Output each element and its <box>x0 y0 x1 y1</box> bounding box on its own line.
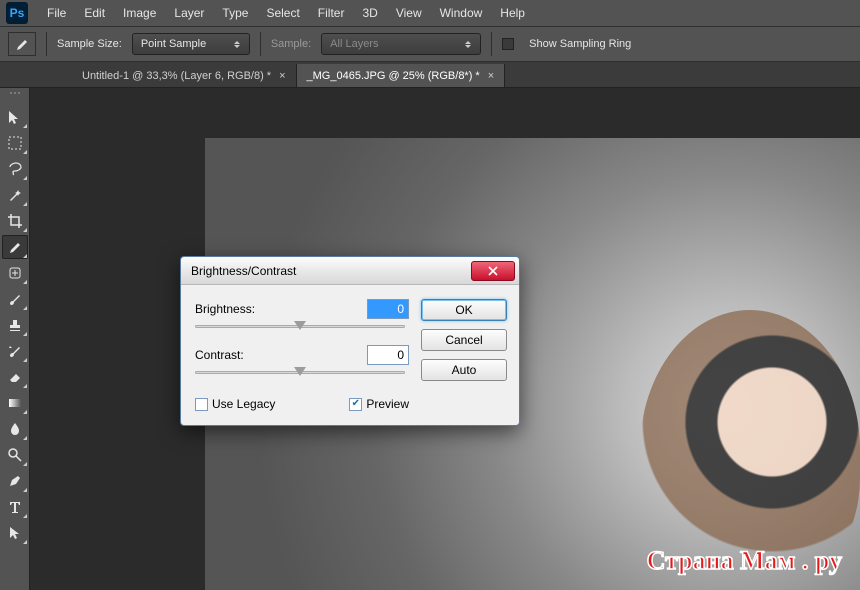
brightness-slider[interactable] <box>195 321 405 333</box>
sample-dropdown[interactable]: All Layers <box>321 33 481 55</box>
brightness-contrast-dialog: Brightness/Contrast Brightness: <box>180 256 520 426</box>
ok-button[interactable]: OK <box>421 299 507 321</box>
preview-label: Preview <box>366 397 409 411</box>
watermark-text: Страна Мам . ру <box>647 546 842 576</box>
document-tab-label: Untitled-1 @ 33,3% (Layer 6, RGB/8) * <box>82 70 271 82</box>
cancel-button[interactable]: Cancel <box>421 329 507 351</box>
preview-checkbox[interactable] <box>349 398 362 411</box>
sample-value: All Layers <box>330 38 378 50</box>
tool-move[interactable] <box>2 105 28 129</box>
close-icon <box>488 266 498 276</box>
show-ring-checkbox[interactable] <box>502 38 514 50</box>
divider <box>260 32 261 56</box>
sample-size-value: Point Sample <box>141 38 206 50</box>
menu-bar: Ps File Edit Image Layer Type Select Fil… <box>0 0 860 26</box>
close-icon[interactable]: × <box>488 70 494 82</box>
use-legacy-checkbox[interactable] <box>195 398 208 411</box>
brightness-input[interactable] <box>367 299 409 319</box>
document-tab[interactable]: _MG_0465.JPG @ 25% (RGB/8*) * × <box>297 64 506 87</box>
tool-brush[interactable] <box>2 287 28 311</box>
dialog-title: Brightness/Contrast <box>191 264 296 278</box>
contrast-input[interactable] <box>367 345 409 365</box>
menu-select[interactable]: Select <box>257 2 308 24</box>
menu-view[interactable]: View <box>387 2 431 24</box>
tool-eyedropper[interactable] <box>2 235 28 259</box>
use-legacy-option[interactable]: Use Legacy <box>195 397 275 411</box>
menu-layer[interactable]: Layer <box>165 2 213 24</box>
preview-option[interactable]: Preview <box>349 397 409 411</box>
document-tab[interactable]: Untitled-1 @ 33,3% (Layer 6, RGB/8) * × <box>72 64 297 87</box>
auto-button[interactable]: Auto <box>421 359 507 381</box>
brightness-label: Brightness: <box>195 302 285 316</box>
sample-size-label: Sample Size: <box>57 38 122 50</box>
tool-stamp[interactable] <box>2 313 28 337</box>
slider-thumb-icon[interactable] <box>294 367 306 376</box>
dialog-titlebar[interactable]: Brightness/Contrast <box>181 257 519 285</box>
canvas-area[interactable]: Страна Мам . ру Brightness/Contrast Brig… <box>30 88 860 590</box>
tool-dodge[interactable] <box>2 443 28 467</box>
active-tool-preview[interactable] <box>8 32 36 56</box>
tool-wand[interactable] <box>2 183 28 207</box>
tool-path-select[interactable] <box>2 521 28 545</box>
tool-pen[interactable] <box>2 469 28 493</box>
menu-filter[interactable]: Filter <box>309 2 354 24</box>
chevron-updown-icon <box>464 41 472 48</box>
document-tab-bar: Untitled-1 @ 33,3% (Layer 6, RGB/8) * × … <box>0 62 860 88</box>
eyedropper-icon <box>14 36 30 52</box>
divider <box>491 32 492 56</box>
close-icon[interactable]: × <box>279 70 285 82</box>
menu-type[interactable]: Type <box>213 2 257 24</box>
menu-edit[interactable]: Edit <box>75 2 114 24</box>
tool-marquee[interactable] <box>2 131 28 155</box>
contrast-label: Contrast: <box>195 348 285 362</box>
menu-3d[interactable]: 3D <box>353 2 386 24</box>
divider <box>46 32 47 56</box>
tools-panel <box>0 88 30 590</box>
sample-label: Sample: <box>271 38 311 50</box>
menu-file[interactable]: File <box>38 2 75 24</box>
tool-type[interactable] <box>2 495 28 519</box>
tool-heal[interactable] <box>2 261 28 285</box>
show-ring-label: Show Sampling Ring <box>529 38 631 50</box>
panel-grip-icon[interactable] <box>3 92 27 100</box>
contrast-slider[interactable] <box>195 367 405 379</box>
options-bar: Sample Size: Point Sample Sample: All La… <box>0 26 860 62</box>
document-tab-label: _MG_0465.JPG @ 25% (RGB/8*) * <box>307 70 480 82</box>
tool-lasso[interactable] <box>2 157 28 181</box>
menu-image[interactable]: Image <box>114 2 165 24</box>
menu-window[interactable]: Window <box>431 2 492 24</box>
menu-help[interactable]: Help <box>491 2 534 24</box>
dialog-close-button[interactable] <box>471 261 515 281</box>
app-logo: Ps <box>6 2 28 24</box>
workspace: Страна Мам . ру Brightness/Contrast Brig… <box>0 88 860 590</box>
tool-gradient[interactable] <box>2 391 28 415</box>
slider-thumb-icon[interactable] <box>294 321 306 330</box>
tool-history-brush[interactable] <box>2 339 28 363</box>
tool-blur[interactable] <box>2 417 28 441</box>
use-legacy-label: Use Legacy <box>212 397 275 411</box>
chevron-updown-icon <box>233 41 241 48</box>
tool-crop[interactable] <box>2 209 28 233</box>
sample-size-dropdown[interactable]: Point Sample <box>132 33 250 55</box>
tool-eraser[interactable] <box>2 365 28 389</box>
